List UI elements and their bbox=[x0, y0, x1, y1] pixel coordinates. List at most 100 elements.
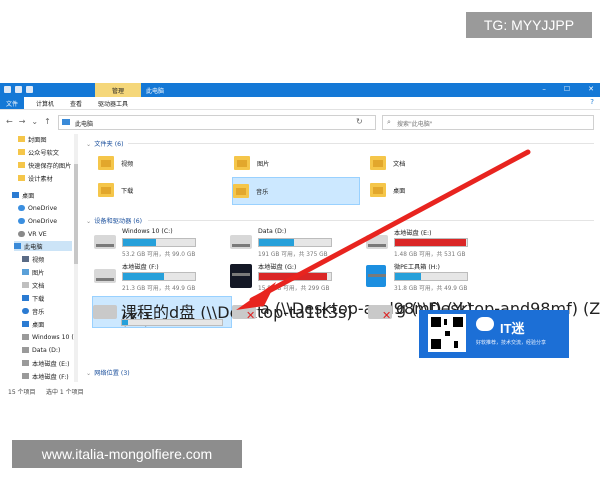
drive-d[interactable]: Data (D:) 191 GB 可用，共 375 GB bbox=[230, 226, 350, 260]
nav-item-articles[interactable]: 公众号软文 bbox=[18, 147, 59, 157]
drive-free-space: 21.3 GB 可用，共 49.9 GB bbox=[122, 286, 196, 292]
nav-item-downloads[interactable]: 下载 bbox=[22, 293, 44, 303]
properties-icon[interactable] bbox=[4, 86, 11, 93]
group-label: 设备和驱动器 (6) bbox=[94, 218, 143, 225]
folder-videos[interactable]: 视频 bbox=[98, 150, 218, 176]
tab-view[interactable]: 查看 bbox=[70, 99, 82, 108]
nav-item-music[interactable]: 音乐 bbox=[22, 306, 44, 316]
drive-icon bbox=[22, 334, 29, 340]
status-bar: 15 个项目 选中 1 个项目 bbox=[0, 386, 600, 396]
nav-item-drive-f[interactable]: 本地磁盘 (F:) bbox=[22, 371, 69, 381]
new-folder-icon[interactable] bbox=[15, 86, 22, 93]
banner-subtitle: 好软推荐，技术交流，经验分享 bbox=[476, 340, 547, 346]
nav-item-onedrive-2[interactable]: OneDrive bbox=[18, 216, 57, 226]
group-header-folders[interactable]: ⌄ 文件夹 (6) bbox=[86, 139, 123, 148]
search-placeholder: 搜索"此电脑" bbox=[397, 121, 433, 128]
minimize-button[interactable]: – bbox=[542, 85, 546, 93]
nav-item-saved-pictures[interactable]: 快速保存的图片 bbox=[18, 160, 71, 170]
nav-item-onedrive-1[interactable]: OneDrive bbox=[18, 203, 57, 213]
computer-icon bbox=[14, 243, 21, 249]
nav-item-label: 本地磁盘 (E:) bbox=[32, 360, 70, 368]
nav-item-drive-d[interactable]: Data (D:) bbox=[22, 345, 60, 355]
nav-scrollbar[interactable] bbox=[74, 134, 78, 382]
usage-fill bbox=[395, 273, 421, 280]
folder-music[interactable]: 音乐 bbox=[232, 177, 360, 205]
nav-item-label: 本地磁盘 (F:) bbox=[32, 373, 69, 381]
document-folder-icon bbox=[370, 156, 386, 170]
usage-bar bbox=[258, 272, 332, 281]
network-drive-x[interactable]: 课程的d盘 (\\Desktop-ta1tt3s) (X:) bbox=[92, 296, 353, 328]
quick-access-toolbar[interactable] bbox=[4, 86, 33, 93]
navigation-pane: 封面图 公众号软文 快速保存的图片 设计素材 桌面 OneDrive OneDr… bbox=[0, 134, 78, 382]
picture-icon bbox=[22, 269, 29, 275]
video-icon bbox=[22, 256, 29, 262]
usb-drive-icon bbox=[366, 265, 386, 287]
chevron-down-icon: ⌄ bbox=[86, 218, 92, 225]
drive-h[interactable]: 微PE工具箱 (H:) 31.8 GB 可用，共 49.9 GB bbox=[366, 260, 486, 294]
computer-icon bbox=[62, 119, 70, 125]
group-header-network[interactable]: ⌄ 网络位置 (3) bbox=[86, 368, 130, 377]
folder-documents[interactable]: 文档 bbox=[370, 150, 490, 176]
nav-item-pictures[interactable]: 图片 bbox=[22, 267, 44, 277]
desktop-folder-icon bbox=[370, 183, 386, 197]
close-button[interactable]: ✕ bbox=[588, 85, 594, 93]
refresh-icon[interactable]: ↻ bbox=[356, 117, 363, 126]
download-icon bbox=[22, 295, 29, 301]
scrollbar-thumb[interactable] bbox=[74, 164, 78, 264]
user-icon bbox=[18, 231, 25, 237]
chevron-down-icon: ⌄ bbox=[86, 141, 92, 148]
drive-c[interactable]: Windows 10 (C:) 53.2 GB 可用，共 99.0 GB bbox=[94, 226, 214, 260]
tab-file[interactable]: 文件 bbox=[0, 97, 24, 109]
network-drive-y[interactable]: ✕ a (\\Desktop-and98mf) (Y:) bbox=[232, 297, 472, 327]
folder-pictures[interactable]: 图片 bbox=[234, 150, 354, 176]
nav-item-design-assets[interactable]: 设计素材 bbox=[18, 173, 53, 183]
search-input[interactable]: ⌕ 搜索"此电脑" bbox=[382, 115, 594, 130]
folder-label: 视频 bbox=[121, 160, 134, 168]
drive-f[interactable]: 本地磁盘 (F:) 21.3 GB 可用，共 49.9 GB bbox=[94, 260, 214, 294]
drive-e[interactable]: 本地磁盘 (E:) 1.48 GB 可用，共 531 GB bbox=[366, 226, 486, 260]
nav-item-this-pc[interactable]: 此电脑 bbox=[14, 241, 72, 251]
tab-computer[interactable]: 计算机 bbox=[36, 99, 54, 108]
ribbon-tabs: 文件 计算机 查看 驱动器工具 ? bbox=[0, 97, 600, 110]
address-input[interactable]: 此电脑 bbox=[58, 115, 376, 130]
item-count: 15 个项目 bbox=[8, 389, 36, 396]
tab-drive-tools[interactable]: 驱动器工具 bbox=[98, 99, 128, 108]
drive-icon bbox=[22, 347, 29, 353]
drive-name: Data (D:) bbox=[258, 228, 287, 235]
recent-dropdown-icon[interactable]: ⌄ bbox=[31, 117, 38, 126]
drive-free-space: 191 GB 可用，共 375 GB bbox=[258, 252, 328, 258]
nav-item-videos[interactable]: 视频 bbox=[22, 254, 44, 264]
drive-icon bbox=[22, 373, 29, 379]
window-title: 此电脑 bbox=[146, 88, 165, 95]
dropdown-icon[interactable] bbox=[26, 86, 33, 93]
folder-downloads[interactable]: 下载 bbox=[98, 177, 218, 203]
disconnected-drive-icon: ✕ bbox=[368, 305, 392, 322]
drive-free-space: 15.8 GB 可用，共 299 GB bbox=[258, 286, 330, 292]
nav-item-desktop-root[interactable]: 桌面 bbox=[12, 190, 34, 200]
usage-fill bbox=[122, 320, 128, 325]
drive-g[interactable]: 本地磁盘 (G:) 15.8 GB 可用，共 299 GB bbox=[230, 260, 350, 294]
back-icon[interactable]: ← bbox=[6, 117, 13, 126]
nav-item-documents[interactable]: 文档 bbox=[22, 280, 44, 290]
tg-watermark-badge: TG: MYYJJPP bbox=[466, 12, 592, 38]
group-label: 文件夹 (6) bbox=[94, 141, 124, 148]
manage-context-tab[interactable]: 管理 bbox=[95, 83, 141, 97]
cloud-icon bbox=[18, 218, 25, 224]
divider bbox=[128, 143, 594, 144]
nav-item-label: 视频 bbox=[32, 256, 45, 264]
group-header-devices[interactable]: ⌄ 设备和驱动器 (6) bbox=[86, 216, 142, 225]
maximize-button[interactable]: ☐ bbox=[564, 85, 570, 93]
error-x-icon: ✕ bbox=[382, 309, 392, 322]
nav-item-user[interactable]: VR VE bbox=[18, 229, 47, 239]
usage-fill bbox=[259, 239, 295, 246]
forward-icon[interactable]: → bbox=[19, 117, 26, 126]
nav-item-drive-c[interactable]: Windows 10 ( bbox=[22, 332, 74, 342]
folder-icon bbox=[18, 136, 25, 142]
nav-item-cover[interactable]: 封面图 bbox=[18, 134, 47, 144]
help-icon[interactable]: ? bbox=[590, 98, 594, 106]
folder-desktop[interactable]: 桌面 bbox=[370, 177, 490, 203]
up-icon[interactable]: ↑ bbox=[44, 117, 51, 126]
nav-item-desktop[interactable]: 桌面 bbox=[22, 319, 44, 329]
selection-count: 选中 1 个项目 bbox=[46, 389, 84, 396]
nav-item-drive-e[interactable]: 本地磁盘 (E:) bbox=[22, 358, 70, 368]
